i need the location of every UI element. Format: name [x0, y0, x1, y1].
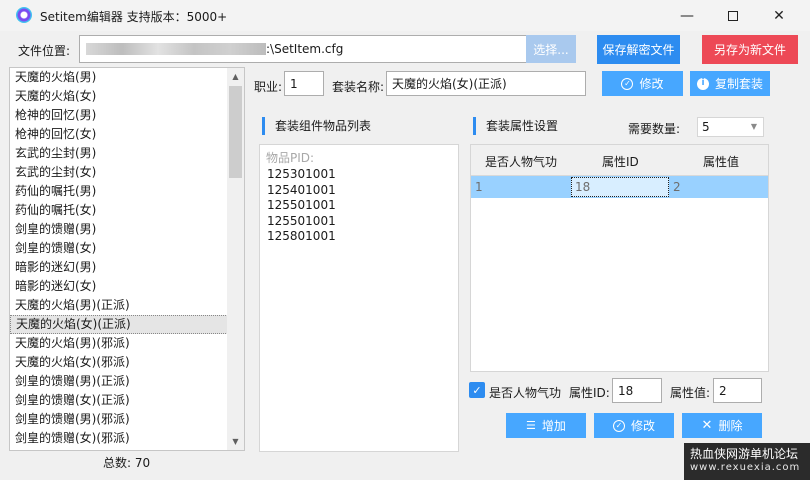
list-item[interactable]: 剑皇的馈赠(男)(邪派) — [10, 410, 244, 429]
watermark-line-1: 热血侠网游单机论坛 — [690, 447, 799, 461]
file-path-input[interactable]: :\SetItem.cfg — [79, 35, 527, 63]
list-item[interactable]: 玄武的尘封(男) — [10, 144, 244, 163]
column-header-qigong[interactable]: 是否人物气功 — [485, 153, 557, 170]
list-item[interactable]: 暗影的迷幻(女) — [10, 277, 244, 296]
set-name-input[interactable]: 天魔的火焰(女)(正派) — [386, 71, 586, 96]
close-icon: ✕ — [773, 7, 785, 24]
total-value: 70 — [134, 456, 151, 470]
job-label: 职业: — [254, 80, 283, 94]
attribute-grid-header: 是否人物气功 属性ID 属性值 — [471, 145, 768, 176]
scroll-thumb[interactable] — [229, 86, 242, 178]
column-header-attr-id[interactable]: 属性ID — [602, 153, 639, 170]
maximize-button[interactable] — [710, 0, 756, 31]
list-item[interactable]: 天魔的火焰(女) — [10, 87, 244, 106]
attr-value-input[interactable]: 2 — [713, 378, 762, 403]
save-decrypted-button[interactable]: 保存解密文件 — [597, 35, 680, 64]
list-item[interactable]: 天魔的火焰(女)(邪派) — [10, 353, 244, 372]
pid-label: 物品PID: — [266, 151, 315, 165]
pid-item[interactable]: 125801001 — [267, 229, 336, 243]
list-item[interactable]: 药仙的嘱托(女) — [10, 201, 244, 220]
copy-set-button[interactable]: i 复制套装 — [690, 71, 770, 96]
pid-item[interactable]: 125301001 — [267, 167, 336, 181]
copy-set-label: 复制套装 — [714, 77, 763, 91]
qigong-label: 是否人物气功 — [489, 386, 562, 400]
components-title: 套装组件物品列表 — [262, 117, 371, 135]
job-input[interactable]: 1 — [284, 71, 324, 96]
set-list-items: 天魔的火焰(男) 天魔的火焰(女) 枪神的回忆(男) 枪神的回忆(女) 玄武的尘封(男)… — [10, 68, 244, 448]
list-item[interactable]: 枪神的回忆(女) — [10, 125, 244, 144]
scroll-up-icon[interactable]: ▲ — [227, 68, 244, 85]
attr-value-label: 属性值: — [670, 386, 711, 400]
delete-attribute-button[interactable]: ✕ 删除 — [682, 413, 762, 438]
attr-id-input[interactable]: 18 — [612, 378, 662, 403]
table-row[interactable]: 1 18 2 — [471, 176, 768, 198]
chevron-down-icon: ▼ — [750, 122, 757, 131]
delete-attribute-label: 删除 — [718, 419, 743, 433]
set-list[interactable]: 天魔的火焰(男) 天魔的火焰(女) 枪神的回忆(男) 枪神的回忆(女) 玄武的尘封(男)… — [9, 67, 245, 451]
cell-attr-value[interactable]: 2 — [673, 180, 681, 194]
pid-item[interactable]: 125501001 — [267, 198, 336, 212]
scroll-down-icon[interactable]: ▼ — [227, 433, 244, 450]
list-item[interactable]: 暗影的迷幻(男) — [10, 258, 244, 277]
total-count-label: 总数: 70 — [103, 454, 150, 471]
list-item[interactable]: 天魔的火焰(男)(邪派) — [10, 334, 244, 353]
list-item[interactable]: 剑皇的馈赠(女) — [10, 239, 244, 258]
pid-item[interactable]: 125501001 — [267, 214, 336, 228]
list-item[interactable]: 天魔的火焰(男) — [10, 68, 244, 87]
file-location-label: 文件位置: — [18, 44, 71, 58]
check-circle-icon: ✓ — [612, 419, 625, 432]
modify-set-button[interactable]: ✓ 修改 — [602, 71, 683, 96]
minimize-button[interactable]: — — [664, 0, 710, 31]
modify-attribute-label: 修改 — [630, 419, 655, 433]
list-item[interactable]: 药仙的嘱托(男) — [10, 182, 244, 201]
cell-attr-id[interactable]: 18 — [571, 177, 669, 197]
app-window: Setitem编辑器 支持版本：5000+ — ✕ 文件位置: :\SetIte… — [0, 0, 810, 480]
close-button[interactable]: ✕ — [756, 0, 802, 31]
attributes-title: 套装属性设置 — [473, 117, 558, 135]
list-item[interactable]: 剑皇的馈赠(男)(正派) — [10, 372, 244, 391]
list-icon: ☰ — [526, 419, 536, 432]
required-count-value: 5 — [702, 120, 710, 134]
column-header-attr-value[interactable]: 属性值 — [703, 153, 739, 170]
pid-list[interactable]: 物品PID: 125301001 125401001 125501001 125501… — [259, 144, 459, 452]
maximize-icon — [728, 10, 738, 21]
required-count-select[interactable]: 5 ▼ — [697, 117, 764, 137]
browse-button[interactable]: 选择... — [526, 35, 576, 63]
modify-attribute-button[interactable]: ✓ 修改 — [594, 413, 674, 438]
blurred-path-icon — [86, 43, 266, 55]
qigong-checkbox[interactable]: ✓ — [469, 382, 485, 398]
file-path-text: :\SetItem.cfg — [266, 42, 344, 56]
list-item[interactable]: 天魔的火焰(男)(正派) — [10, 296, 244, 315]
app-logo-icon — [16, 7, 32, 23]
set-name-label: 套装名称: — [332, 80, 385, 94]
modify-set-label: 修改 — [639, 77, 664, 91]
save-as-new-button[interactable]: 另存为新文件 — [702, 35, 798, 64]
add-attribute-label: 增加 — [541, 419, 566, 433]
attribute-grid[interactable]: 是否人物气功 属性ID 属性值 1 18 2 — [470, 144, 769, 372]
info-icon: i — [696, 77, 709, 90]
title-bar: Setitem编辑器 支持版本：5000+ — ✕ — [0, 0, 810, 31]
list-item[interactable]: 玄武的尘封(女) — [10, 163, 244, 182]
required-count-label: 需要数量: — [628, 122, 681, 136]
total-label: 总数: — [103, 456, 132, 470]
list-item[interactable]: 剑皇的馈赠(女)(正派) — [10, 391, 244, 410]
attr-id-label: 属性ID: — [569, 386, 610, 400]
watermark-line-2: www.rexuexia.com — [690, 462, 801, 473]
set-list-scrollbar[interactable]: ▲ ▼ — [227, 68, 244, 450]
check-circle-icon: ✓ — [621, 77, 634, 90]
list-item[interactable]: 枪神的回忆(男) — [10, 106, 244, 125]
add-attribute-button[interactable]: ☰ 增加 — [506, 413, 586, 438]
check-icon: ✓ — [472, 383, 482, 397]
pid-item[interactable]: 125401001 — [267, 183, 336, 197]
cell-qigong[interactable]: 1 — [475, 180, 483, 194]
list-item[interactable]: 剑皇的馈赠(女)(邪派) — [10, 429, 244, 448]
minimize-icon: — — [680, 7, 694, 24]
close-icon: ✕ — [701, 418, 713, 433]
list-item[interactable]: 天魔的火焰(女)(正派) — [10, 315, 244, 334]
forum-watermark: 热血侠网游单机论坛 www.rexuexia.com — [684, 443, 810, 480]
list-item[interactable]: 剑皇的馈赠(男) — [10, 220, 244, 239]
window-title: Setitem编辑器 支持版本：5000+ — [40, 10, 228, 24]
